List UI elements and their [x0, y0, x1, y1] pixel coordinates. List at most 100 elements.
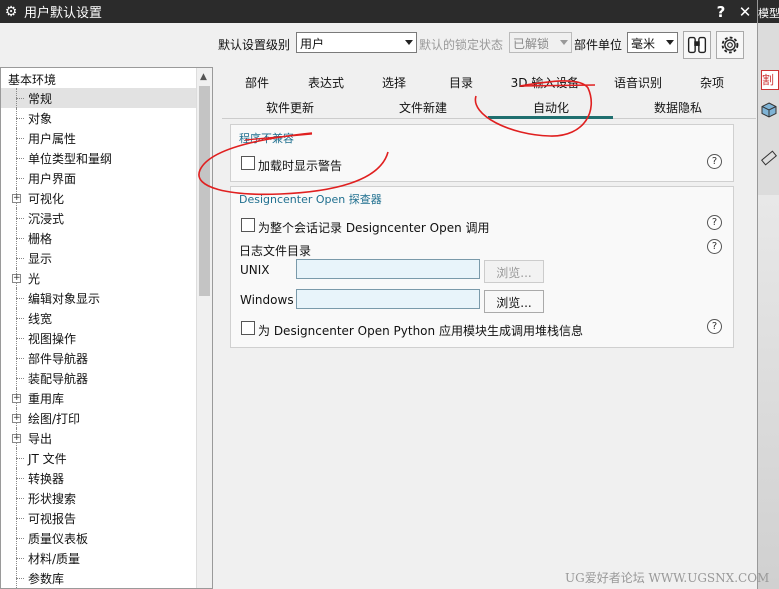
help-button[interactable]: ?: [709, 3, 733, 21]
load-warning-checkbox[interactable]: [241, 156, 255, 170]
tree-branch-line: [16, 258, 24, 259]
tab-misc[interactable]: 杂项: [697, 74, 727, 91]
tree-item[interactable]: 形状搜索: [1, 488, 212, 508]
tab-automation[interactable]: 自动化: [528, 99, 574, 116]
tree-branch-line: [16, 378, 24, 379]
tree-item[interactable]: 栅格: [1, 228, 212, 248]
tree-item-label: 形状搜索: [28, 492, 77, 506]
gear-icon: ⚙: [4, 3, 18, 20]
session-log-checkbox[interactable]: [241, 218, 255, 232]
tree-item[interactable]: 转换器: [1, 468, 212, 488]
tree-item[interactable]: 显示: [1, 248, 212, 268]
windows-browse-button[interactable]: 浏览...: [484, 290, 544, 313]
locked-state-value: 已解锁: [513, 37, 550, 51]
tree-item[interactable]: 单位类型和量纲: [1, 148, 212, 168]
split-tool-icon[interactable]: 割: [761, 70, 779, 90]
tree-items: 常规 对象 用户属性 单位类型和量纲 用户界面 + 可视化 沉浸式 栅格 显示 + 光编辑对象显示 线宽…: [1, 88, 212, 588]
tree-item[interactable]: 用户属性: [1, 128, 212, 148]
tree-item[interactable]: JT 文件: [1, 448, 212, 468]
tab-data-privacy[interactable]: 数据隐私: [650, 99, 706, 116]
scroll-thumb[interactable]: [199, 86, 210, 296]
log-dir-label: 日志文件目录: [239, 244, 312, 258]
scroll-up-icon[interactable]: ▲: [200, 72, 207, 82]
tree-item[interactable]: 对象: [1, 108, 212, 128]
tab-3d-input[interactable]: 3D 输入设备: [508, 74, 582, 91]
tree-item[interactable]: 用户界面: [1, 168, 212, 188]
tree-branch-line: [16, 238, 24, 239]
unix-label: UNIX: [240, 263, 270, 277]
tree-item-label: 编辑对象显示: [28, 292, 101, 306]
expand-icon[interactable]: +: [12, 414, 21, 423]
tree-item[interactable]: 装配导航器: [1, 368, 212, 388]
tree-item[interactable]: 视图操作: [1, 328, 212, 348]
tree-item[interactable]: 线宽: [1, 308, 212, 328]
expand-icon[interactable]: +: [12, 434, 21, 443]
python-trace-label: 为 Designcenter Open Python 应用模块生成调用堆栈信息: [258, 324, 583, 338]
cube-icon[interactable]: [761, 102, 777, 118]
ruler-icon[interactable]: [761, 150, 777, 166]
tab-new-file[interactable]: 文件新建: [395, 99, 451, 116]
tree-item-label: 显示: [28, 252, 53, 266]
unix-path-input[interactable]: [296, 259, 480, 279]
tab-speech[interactable]: 语音识别: [611, 74, 665, 91]
expand-icon[interactable]: +: [12, 274, 21, 283]
unix-browse-button: 浏览...: [484, 260, 544, 283]
load-warning-label: 加载时显示警告: [258, 159, 343, 173]
close-button[interactable]: ✕: [733, 3, 757, 21]
tree-branch-line: [16, 158, 24, 159]
tree-item[interactable]: 可视报告: [1, 508, 212, 528]
find-binoculars-button[interactable]: [683, 31, 711, 59]
locked-state-select: 已解锁: [509, 32, 572, 53]
tree-branch-line: [16, 578, 24, 579]
tree-item[interactable]: 质量仪表板: [1, 528, 212, 548]
tab-expression[interactable]: 表达式: [304, 74, 348, 91]
tree-item[interactable]: 部件导航器: [1, 348, 212, 368]
tree-item-label: 可视报告: [28, 512, 77, 526]
expand-icon[interactable]: +: [12, 194, 21, 203]
help-icon[interactable]: ?: [707, 215, 722, 230]
tree-item[interactable]: + 光: [1, 268, 212, 288]
tree-item[interactable]: + 绘图/打印: [1, 408, 212, 428]
level-select-value: 用户: [300, 37, 325, 51]
part-unit-label: 部件单位: [574, 38, 623, 52]
tree-branch-line: [16, 518, 24, 519]
help-icon[interactable]: ?: [707, 154, 722, 169]
tab-catalog[interactable]: 目录: [446, 74, 476, 91]
tree-item-label: 视图操作: [28, 332, 77, 346]
help-icon[interactable]: ?: [707, 319, 722, 334]
tab-part[interactable]: 部件: [242, 74, 272, 91]
expand-icon[interactable]: +: [12, 394, 21, 403]
gear-icon: [721, 36, 739, 54]
options-bar: 默认设置级别 用户 默认的锁定状态 已解锁 部件单位 毫米: [0, 23, 757, 65]
tree-item[interactable]: + 可视化: [1, 188, 212, 208]
tree-branch-line: [16, 498, 24, 499]
tab-software-update[interactable]: 软件更新: [262, 99, 318, 116]
tab-selection[interactable]: 选择: [379, 74, 409, 91]
tree-item-label: 光: [28, 272, 41, 286]
windows-label: Windows: [240, 293, 294, 307]
help-icon[interactable]: ?: [707, 239, 722, 254]
tree-branch-line: [16, 218, 24, 219]
part-unit-select[interactable]: 毫米: [627, 32, 678, 53]
settings-button[interactable]: [716, 31, 744, 59]
tree-item[interactable]: 沉浸式: [1, 208, 212, 228]
tree-item[interactable]: + 重用库: [1, 388, 212, 408]
tree-item[interactable]: 材料/质量: [1, 548, 212, 568]
active-tab-indicator: [488, 116, 613, 119]
tree-item-label: 重用库: [28, 392, 65, 406]
tree-item[interactable]: + 导出: [1, 428, 212, 448]
tree-item[interactable]: 编辑对象显示: [1, 288, 212, 308]
designcenter-group-title: Designcenter Open 探查器: [239, 193, 382, 206]
tree-item[interactable]: 常规: [1, 88, 212, 108]
tree-scrollbar[interactable]: ▲: [196, 68, 212, 588]
tree-item[interactable]: 参数库: [1, 568, 212, 588]
tree-branch-line: [16, 558, 24, 559]
tree-branch-line: [16, 318, 24, 319]
level-select[interactable]: 用户: [296, 32, 417, 53]
viewport-area: [758, 195, 779, 589]
tree-item-label: 转换器: [28, 472, 65, 486]
python-trace-checkbox[interactable]: [241, 321, 255, 335]
windows-path-input[interactable]: [296, 289, 480, 309]
tree-branch-line: [16, 478, 24, 479]
tree-root-basic-env[interactable]: 基本环境: [1, 68, 212, 88]
